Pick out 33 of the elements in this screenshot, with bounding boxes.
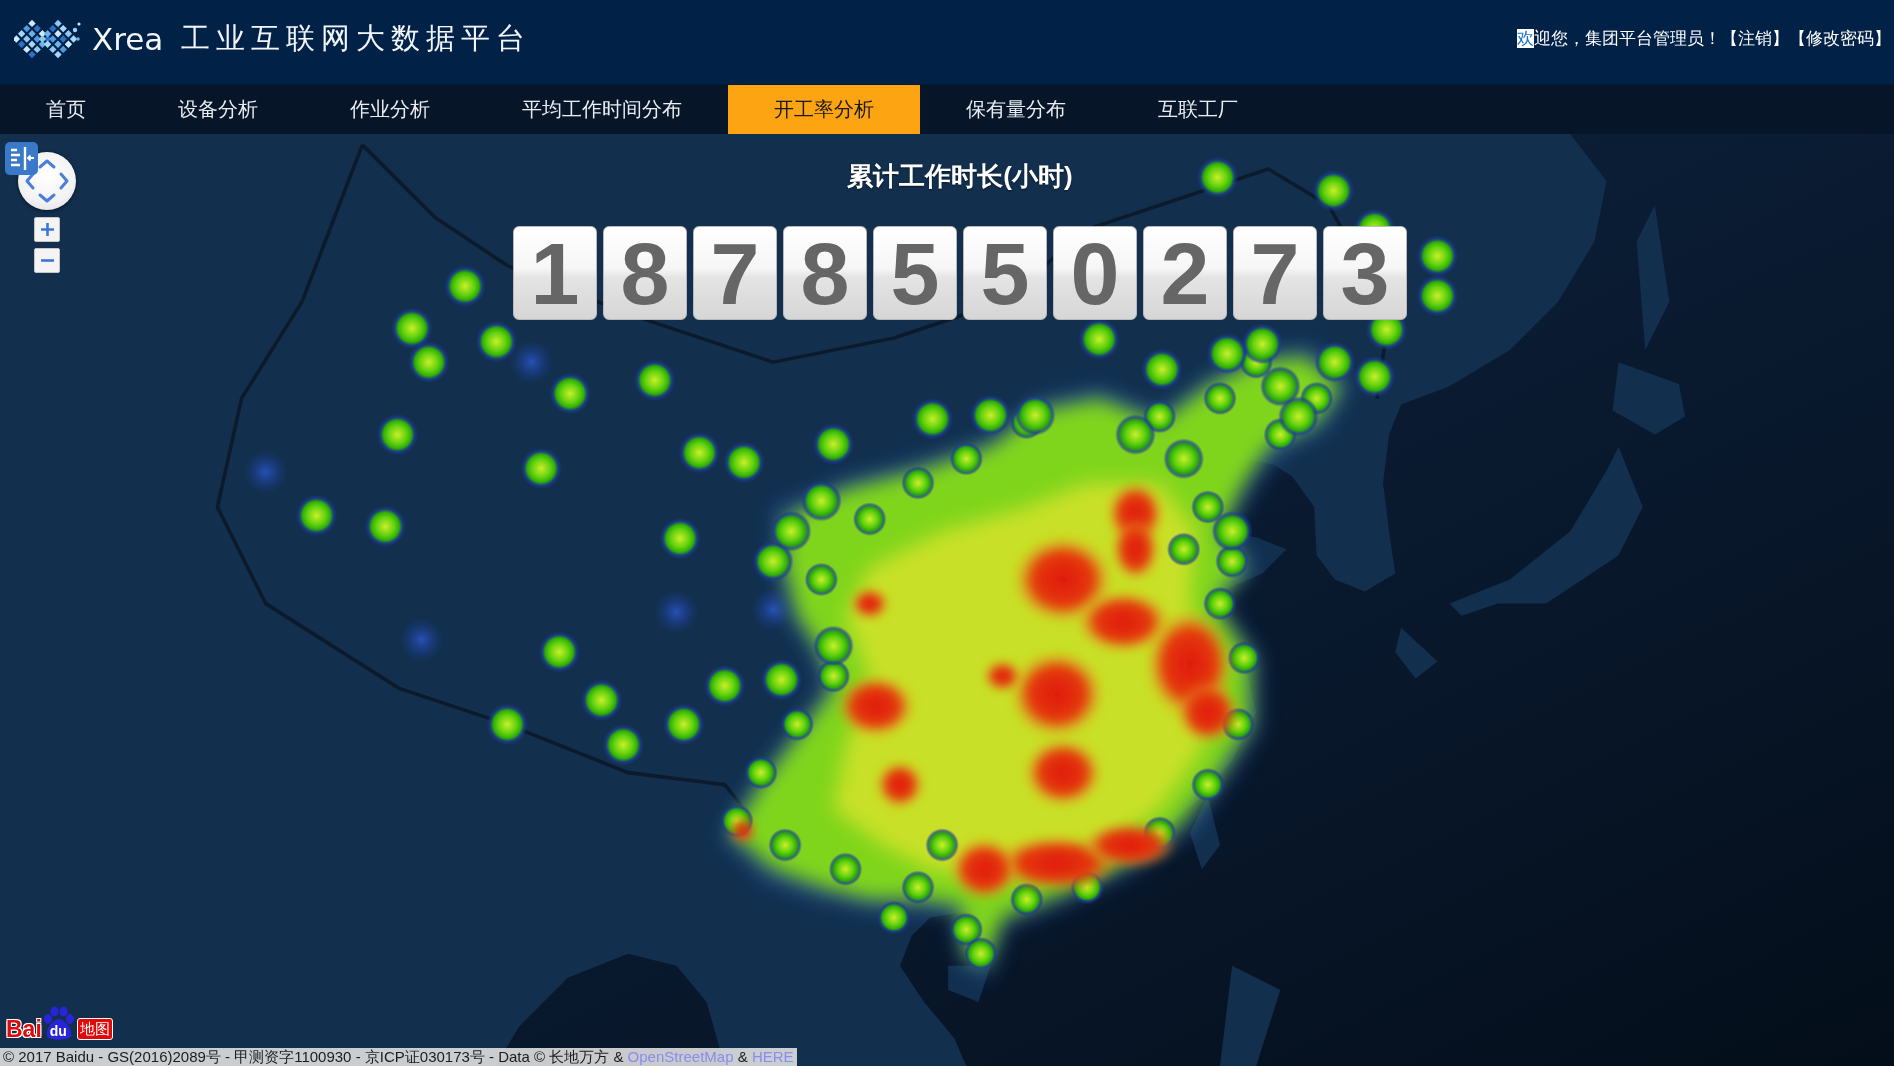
map-logo-label: 地图 [76,1018,113,1040]
digit-tile: 8 [783,226,867,320]
nav-tab[interactable]: 互联工厂 [1112,85,1284,134]
logo-text: Xrea [92,21,164,57]
map-logo-text: du [49,1023,67,1039]
logout-link[interactable]: 【注销】 [1721,26,1789,50]
paw-icon [42,1006,75,1040]
welcome-text: 欢迎您，集团平台管理员！ [1517,27,1721,50]
digit-tile: 3 [1323,226,1407,320]
digit-tile: 7 [1233,226,1317,320]
list-collapse-icon[interactable] [5,142,38,175]
zoom-in-button[interactable] [34,217,60,242]
zoom-out-button[interactable] [34,248,60,273]
app-title: 工业互联网大数据平台 [181,21,532,56]
counter-title: 累计工作时长(小时) [847,160,1073,192]
copyright-text: © 2017 Baidu - GS(2016)2089号 - 甲测资字1100930 - 京ICP证030173号 - Data © 长地万方 & OpenStreetMap & HERE [3,1048,794,1066]
nav-tab[interactable]: 作业分析 [304,85,476,134]
digit-tile: 8 [603,226,687,320]
digit-tile: 5 [873,226,957,320]
nav-tab[interactable]: 设备分析 [132,85,304,134]
plus-icon [40,223,54,236]
nav-tab[interactable]: 平均工作时间分布 [476,85,728,134]
digit-tile: 5 [963,226,1047,320]
digit-tile: 2 [1143,226,1227,320]
change-password-link[interactable]: 【修改密码】 [1789,26,1891,50]
nav-tab[interactable]: 开工率分析 [728,85,920,134]
map-logo-text: Bai [6,1017,42,1041]
nav-tab[interactable]: 首页 [0,85,132,134]
digit-tile: 1 [513,226,597,320]
minus-icon [40,259,54,262]
nav-tab[interactable]: 保有量分布 [920,85,1112,134]
digit-tile: 7 [693,226,777,320]
digit-tile: 0 [1053,226,1137,320]
